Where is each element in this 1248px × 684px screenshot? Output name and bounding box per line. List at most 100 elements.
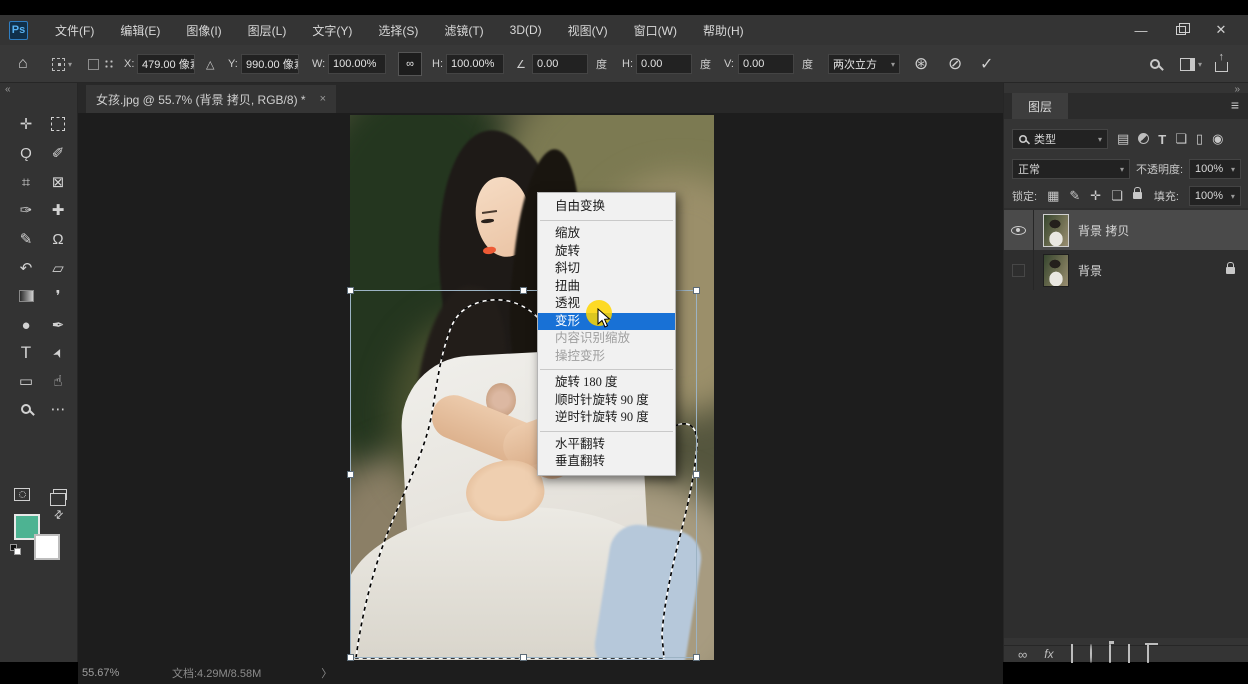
layer-name[interactable]: 背景 拷贝 <box>1078 222 1129 239</box>
lock-position-icon[interactable]: ✛ <box>1090 188 1101 204</box>
menu-view[interactable]: 视图(V) <box>555 15 621 46</box>
visibility-toggle[interactable] <box>1004 250 1034 290</box>
history-brush-tool[interactable]: ↶ <box>12 255 40 281</box>
add-adjustment-button[interactable] <box>1090 645 1092 663</box>
swap-colors-icon[interactable]: ⇄ <box>51 507 67 523</box>
menu-item-rotate-180[interactable]: 旋转 180 度 <box>538 374 675 392</box>
maintain-aspect-link-icon[interactable]: ∞ <box>398 45 422 83</box>
blur-tool[interactable]: ❜ <box>44 283 72 309</box>
panel-menu-icon[interactable]: ≡ <box>1231 97 1239 113</box>
layer-thumbnail[interactable] <box>1044 255 1068 286</box>
filter-shape-icon[interactable]: ❏ <box>1175 131 1187 147</box>
search-icon[interactable] <box>1150 45 1160 83</box>
rectangle-tool[interactable]: ▭ <box>12 368 40 394</box>
menu-help[interactable]: 帮助(H) <box>690 15 757 46</box>
warp-mode-toggle[interactable]: ⊛ <box>914 45 928 83</box>
handle-mid-left[interactable] <box>347 471 354 478</box>
zoom-tool[interactable] <box>12 396 40 422</box>
layer-style-button[interactable]: fx <box>1044 647 1053 661</box>
lock-all-icon[interactable] <box>1133 190 1142 202</box>
eyedropper-tool[interactable]: ✑ <box>12 197 40 223</box>
close-button[interactable]: ✕ <box>1208 22 1234 38</box>
handle-bottom-left[interactable] <box>347 654 354 661</box>
toggle-reference-point-checkbox[interactable] <box>88 45 99 83</box>
type-tool[interactable]: T <box>12 340 40 366</box>
default-colors-icon[interactable] <box>10 544 22 556</box>
healing-brush-tool[interactable]: ✚ <box>44 197 72 223</box>
clone-stamp-tool[interactable]: Ω <box>44 226 72 252</box>
home-button[interactable]: ⌂ <box>18 45 28 83</box>
layer-row-background[interactable]: 背景 <box>1004 250 1248 290</box>
layer-name[interactable]: 背景 <box>1078 262 1102 279</box>
handle-bottom-right[interactable] <box>693 654 700 661</box>
menu-item-free-transform[interactable]: 自由变换 <box>538 197 675 216</box>
layer-filter-dropdown[interactable]: 类型 ▾ <box>1012 129 1108 149</box>
transform-tool-icon[interactable]: ▾ <box>52 45 72 83</box>
more-tools-button[interactable]: ⋯ <box>44 396 72 422</box>
menu-3d[interactable]: 3D(D) <box>497 16 555 44</box>
close-tab-icon[interactable]: × <box>320 93 326 105</box>
fill-dropdown[interactable]: 100%▾ <box>1189 186 1241 206</box>
collapse-tools-icon[interactable]: « <box>5 84 11 95</box>
zoom-percentage[interactable]: 55.67% <box>82 667 152 679</box>
x-position-field[interactable]: 479.00 像素 <box>137 45 195 83</box>
menu-select[interactable]: 选择(S) <box>365 15 431 46</box>
menu-item-skew[interactable]: 斜切 <box>538 260 675 278</box>
y-position-field[interactable]: 990.00 像素 <box>241 45 299 83</box>
path-select-tool[interactable]: ➤ <box>44 340 72 366</box>
menu-edit[interactable]: 编辑(E) <box>107 15 173 46</box>
menu-item-rotate[interactable]: 旋转 <box>538 243 675 261</box>
handle-top-center[interactable] <box>520 287 527 294</box>
status-chevron-icon[interactable]: 〉 <box>321 665 332 681</box>
marquee-tool[interactable] <box>44 111 72 137</box>
screen-mode-button[interactable] <box>46 481 74 507</box>
minimize-button[interactable]: — <box>1128 23 1154 38</box>
h-skew-field[interactable]: 0.00 <box>636 45 692 83</box>
new-group-button[interactable] <box>1109 645 1111 663</box>
share-icon[interactable] <box>1215 45 1228 83</box>
menu-item-flip-horizontal[interactable]: 水平翻转 <box>538 436 675 454</box>
menu-filter[interactable]: 滤镜(T) <box>431 15 496 46</box>
layer-thumbnail[interactable] <box>1044 215 1068 246</box>
menu-item-rotate-90-cw[interactable]: 顺时针旋转 90 度 <box>538 392 675 410</box>
height-field[interactable]: 100.00% <box>446 45 504 83</box>
width-field[interactable]: 100.00% <box>328 45 386 83</box>
filter-adjustment-icon[interactable] <box>1138 132 1149 147</box>
background-color-swatch[interactable] <box>34 534 60 560</box>
workspace-icon[interactable]: ▾ <box>1180 45 1202 83</box>
filter-smart-object-icon[interactable]: ▯ <box>1196 131 1203 147</box>
lock-artboard-icon[interactable]: ❏ <box>1111 188 1123 204</box>
dodge-tool[interactable]: ● <box>12 312 40 338</box>
handle-top-left[interactable] <box>347 287 354 294</box>
commit-transform-button[interactable]: ✓ <box>980 45 993 83</box>
gradient-tool[interactable] <box>12 283 40 309</box>
visibility-toggle[interactable] <box>1004 210 1034 250</box>
menu-image[interactable]: 图像(I) <box>173 15 234 46</box>
handle-top-right[interactable] <box>693 287 700 294</box>
document-tab[interactable]: 女孩.jpg @ 55.7% (背景 拷贝, RGB/8) * × <box>86 85 336 113</box>
reference-point-locator[interactable] <box>104 45 115 83</box>
rotation-field[interactable]: 0.00 <box>532 45 588 83</box>
hand-tool[interactable]: ☝ <box>44 368 72 394</box>
menu-window[interactable]: 窗口(W) <box>621 15 690 46</box>
menu-type[interactable]: 文字(Y) <box>299 15 365 46</box>
link-layers-button[interactable]: ∞ <box>1018 647 1027 662</box>
interpolation-dropdown[interactable]: 两次立方▾ <box>828 45 900 83</box>
menu-item-scale[interactable]: 缩放 <box>538 225 675 243</box>
filter-type-icon[interactable]: T <box>1158 132 1166 147</box>
menu-item-rotate-90-ccw[interactable]: 逆时针旋转 90 度 <box>538 409 675 427</box>
lock-transparent-icon[interactable]: ▦ <box>1047 188 1059 204</box>
handle-mid-right[interactable] <box>693 471 700 478</box>
layers-tab[interactable]: 图层 <box>1012 93 1068 119</box>
pen-tool[interactable]: ✒ <box>44 312 72 338</box>
blend-mode-dropdown[interactable]: 正常▾ <box>1012 159 1130 179</box>
filter-pin-icon[interactable]: ◉ <box>1212 131 1223 147</box>
lasso-tool[interactable]: Ǫ <box>12 140 40 166</box>
restore-button[interactable] <box>1168 23 1194 38</box>
lock-pixels-icon[interactable]: ✎ <box>1069 188 1080 204</box>
handle-bottom-center[interactable] <box>520 654 527 661</box>
quick-selection-tool[interactable]: ✐ <box>44 140 72 166</box>
delete-layer-button[interactable] <box>1147 645 1149 663</box>
opacity-dropdown[interactable]: 100%▾ <box>1189 159 1241 179</box>
layer-row-background-copy[interactable]: 背景 拷贝 <box>1004 210 1248 250</box>
